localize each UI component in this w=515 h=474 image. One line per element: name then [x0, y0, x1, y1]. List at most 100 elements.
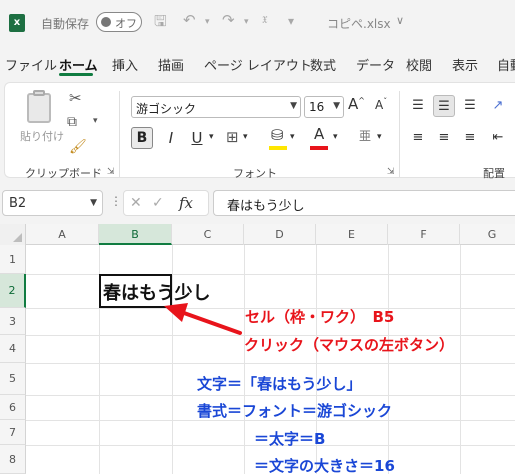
copy-icon[interactable]: ⧉ — [67, 114, 77, 130]
tab-draw[interactable]: 描画 — [158, 55, 184, 74]
annotation-size-label: ＝文字の大きさ＝16 — [254, 457, 395, 474]
tab-view[interactable]: 表示 — [452, 55, 478, 74]
row-header-2[interactable]: 2 — [0, 274, 26, 308]
formula-toggle-icon[interactable]: 𝔵 — [262, 11, 268, 27]
tab-home[interactable]: ホーム — [59, 55, 98, 74]
title-bar: x 自動保存 オフ 🖫 ↶ ▾ ↷ ▾ 𝔵 ▾ コピペ.xlsx ∨ — [0, 0, 515, 46]
align-middle-icon[interactable]: ☰ — [433, 95, 455, 117]
tab-insert[interactable]: 挿入 — [112, 55, 138, 74]
shrink-font-icon: A — [375, 98, 384, 112]
undo-dropdown-icon[interactable]: ▾ — [205, 17, 210, 27]
more-options-icon[interactable]: ⋮ — [110, 194, 122, 208]
align-left-icon[interactable]: ≡ — [407, 127, 429, 149]
annotation-cell-label: セル（枠・ワク） B5 — [245, 308, 395, 326]
insert-function-icon[interactable]: fx — [179, 194, 193, 212]
cancel-icon[interactable]: ✕ — [130, 195, 142, 211]
select-all-icon — [13, 233, 22, 242]
gridline — [26, 395, 515, 396]
save-icon[interactable]: 🖫 — [154, 11, 167, 36]
gridline — [388, 245, 389, 474]
formula-controls: ✕ ✓ fx — [123, 190, 209, 216]
fill-color-swatch — [269, 146, 287, 150]
font-group-label: フォント — [233, 167, 277, 180]
border-dropdown-icon[interactable]: ▾ — [243, 132, 248, 142]
fill-color-icon[interactable]: ⛁ — [271, 126, 284, 144]
tab-data[interactable]: データ — [356, 55, 395, 74]
column-header-f[interactable]: F — [388, 224, 460, 245]
column-header-b[interactable]: B — [99, 224, 172, 245]
align-top-icon[interactable]: ☰ — [407, 95, 429, 117]
autosave-label: 自動保存 — [41, 17, 90, 31]
tab-review[interactable]: 校閲 — [406, 55, 432, 74]
copy-dropdown-icon[interactable]: ▾ — [93, 116, 98, 126]
toggle-knob — [101, 17, 111, 27]
column-header-a[interactable]: A — [26, 224, 99, 245]
redo-icon[interactable]: ↷ — [222, 11, 235, 29]
name-box[interactable]: B2 ▼ — [2, 190, 103, 216]
autosave-toggle[interactable]: オフ — [96, 12, 142, 32]
row-header-5[interactable]: 5 — [0, 363, 26, 395]
filename-chevron-icon[interactable]: ∨ — [396, 14, 404, 27]
border-icon[interactable]: ⊞ — [226, 128, 239, 146]
font-color-dropdown-icon[interactable]: ▾ — [333, 132, 338, 142]
cell-b2-text: 春はもう少し — [103, 283, 211, 304]
redo-dropdown-icon[interactable]: ▾ — [244, 17, 249, 27]
tab-page-layout[interactable]: ページ レイアウト — [204, 55, 312, 74]
phonetic-dropdown-icon[interactable]: ▾ — [377, 132, 382, 142]
shrink-font-button[interactable]: Aˇ — [375, 97, 387, 112]
row-header-3[interactable]: 3 — [0, 308, 26, 335]
enter-icon[interactable]: ✓ — [152, 195, 164, 211]
font-size-select[interactable]: 16 ▼ — [304, 96, 344, 118]
row-header-4[interactable]: 4 — [0, 335, 26, 363]
column-header-e[interactable]: E — [316, 224, 388, 245]
fill-color-dropdown-icon[interactable]: ▾ — [290, 132, 295, 142]
underline-dropdown-icon[interactable]: ▾ — [209, 132, 214, 142]
font-color-swatch — [310, 146, 328, 150]
row-header-7[interactable]: 7 — [0, 420, 26, 445]
ribbon-tabs: ファイル ホーム 挿入 描画 ページ レイアウト 数式 データ 校閲 表示 自動 — [0, 46, 515, 78]
align-center-icon[interactable]: ≡ — [433, 127, 455, 149]
column-header-row: A B C D E F G — [0, 224, 515, 245]
alignment-group-label: 配置 — [483, 167, 505, 180]
font-color-icon[interactable]: A — [314, 125, 324, 143]
clipboard-launcher-icon[interactable]: ⇲ — [107, 167, 115, 177]
annotation-text-label: 文字＝「春はもう少し」 — [197, 375, 362, 393]
grow-font-button[interactable]: A^ — [348, 95, 365, 113]
font-launcher-icon[interactable]: ⇲ — [387, 167, 395, 177]
tab-file[interactable]: ファイル — [5, 55, 57, 74]
excel-window: x 自動保存 オフ 🖫 ↶ ▾ ↷ ▾ 𝔵 ▾ コピペ.xlsx ∨ ファイル … — [0, 0, 515, 474]
paste-icon[interactable] — [27, 93, 51, 123]
row-header-1[interactable]: 1 — [0, 245, 26, 274]
indent-icon[interactable]: ⇤ — [487, 127, 509, 149]
font-name-select[interactable]: 游ゴシック ▼ — [131, 96, 301, 118]
bold-button[interactable]: B — [131, 127, 153, 149]
cut-icon[interactable]: ✂ — [69, 89, 82, 107]
file-name[interactable]: コピペ.xlsx — [327, 15, 391, 32]
clipboard-group-label: クリップボード — [25, 167, 102, 180]
tab-automate[interactable]: 自動 — [497, 55, 515, 74]
column-header-c[interactable]: C — [172, 224, 244, 245]
phonetic-icon[interactable]: 亜 — [359, 127, 371, 144]
tab-formulas[interactable]: 数式 — [310, 55, 336, 74]
group-divider — [399, 91, 400, 177]
formula-input[interactable]: 春はもう少し — [213, 190, 515, 216]
align-bottom-icon[interactable]: ☰ — [459, 95, 481, 117]
row-header-8[interactable]: 8 — [0, 445, 26, 474]
toggle-state-label: オフ — [115, 17, 137, 30]
chevron-down-icon: ▼ — [290, 101, 297, 111]
customize-toolbar-icon[interactable]: ▾ — [288, 14, 294, 28]
select-all-button[interactable] — [0, 224, 26, 245]
excel-logo-icon: x — [9, 14, 25, 32]
format-painter-icon[interactable]: 🖌 — [69, 139, 87, 155]
paste-clip-icon — [33, 90, 45, 96]
paste-button-label[interactable]: 貼り付け — [20, 128, 64, 144]
column-header-d[interactable]: D — [244, 224, 316, 245]
annotation-click-label: クリック（マウスの左ボタン） — [244, 336, 455, 354]
underline-button[interactable]: U — [187, 127, 207, 149]
undo-icon[interactable]: ↶ — [183, 11, 196, 29]
italic-button[interactable]: I — [161, 127, 181, 149]
row-header-6[interactable]: 6 — [0, 395, 26, 420]
orientation-icon[interactable]: ↗ — [487, 95, 509, 117]
column-header-g[interactable]: G — [460, 224, 515, 245]
align-right-icon[interactable]: ≡ — [459, 127, 481, 149]
